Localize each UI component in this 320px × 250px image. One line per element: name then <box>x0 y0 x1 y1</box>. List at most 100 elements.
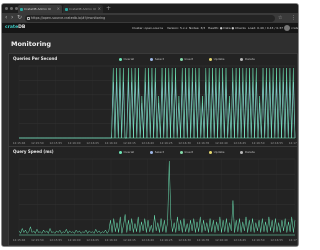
legend-item-select[interactable]: Select <box>150 150 164 154</box>
legend-item-overall[interactable]: Overall <box>119 150 134 154</box>
x-tick-label: 12:15:55 <box>50 141 63 145</box>
close-window-button[interactable] <box>5 7 8 10</box>
page-title: Monitoring <box>11 40 52 48</box>
browser-menu-icon[interactable]: ⋮ <box>291 14 296 22</box>
legend-item-insert[interactable]: Insert <box>180 150 193 154</box>
x-tick-label: 12:16:25 <box>160 238 173 242</box>
query-speed-chart: 12:15:46 12:15:50 12:15:55 12:16:00 12:16:05… <box>13 158 297 242</box>
query-speed-panel: Query Speed (ms) Overall Select Insert U… <box>8 146 298 246</box>
chart-legend: Overall Select Insert Update Delete <box>119 150 255 154</box>
legend-label: Update <box>213 57 225 61</box>
legend-item-delete[interactable]: Delete <box>240 150 255 154</box>
forward-arrow-icon[interactable]: › <box>11 14 13 22</box>
x-tick-label: 12:17:00 <box>289 141 297 145</box>
bookmark-star-icon[interactable]: ☆ <box>278 14 282 22</box>
address-bar[interactable]: https://open-source.cratedb.io/#!/monito… <box>25 14 275 22</box>
legend-swatch <box>150 57 154 61</box>
panel-title: Queries Per Second <box>13 56 58 61</box>
legend-item-delete[interactable]: Delete <box>240 57 255 61</box>
browser-tab-active[interactable]: CrateDB Admin UI × <box>18 5 62 13</box>
x-tick-label: 12:16:35 <box>197 141 210 145</box>
x-tick-label: 12:16:20 <box>142 141 155 145</box>
crate-logo[interactable]: crateDB <box>5 24 25 32</box>
crate-favicon-icon <box>65 7 68 11</box>
x-tick-label: 12:17:00 <box>289 238 297 242</box>
logo-prefix: crate <box>5 25 19 30</box>
x-tick-label: 12:16:00 <box>68 238 81 242</box>
x-tick-label: 12:16:10 <box>105 141 118 145</box>
reload-icon[interactable]: ↻ <box>17 14 22 22</box>
new-tab-button[interactable]: + <box>106 4 111 13</box>
close-tab-icon[interactable]: × <box>98 5 101 13</box>
cluster-nodes: Nodes: 3/3 <box>189 26 206 30</box>
browser-tab-strip: CrateDB Admin UI × CrateDB Admin UI × + <box>2 4 298 13</box>
series-line-overall <box>19 67 296 139</box>
legend-item-select[interactable]: Select <box>150 57 164 61</box>
legend-label: Overall <box>123 57 135 61</box>
x-tick-label: 12:16:55 <box>270 141 283 145</box>
user-avatar[interactable] <box>284 25 290 31</box>
x-tick-label: 12:16:55 <box>270 238 283 242</box>
legend-item-update[interactable]: Update <box>209 150 224 154</box>
x-tick-label: 12:16:00 <box>68 141 81 145</box>
legend-label: Delete <box>244 150 255 154</box>
x-tick-label: 12:16:35 <box>197 238 210 242</box>
cluster-load: Load: 0.49 / 0.43 / 0.37 <box>248 26 284 30</box>
x-tick-label: 12:16:50 <box>252 238 265 242</box>
window-controls <box>5 7 18 10</box>
x-tick-label: 12:15:55 <box>50 238 63 242</box>
x-tick-label: 12:16:10 <box>105 238 118 242</box>
legend-label: Insert <box>184 150 194 154</box>
legend-label: Update <box>213 150 225 154</box>
x-tick-label: 12:16:50 <box>252 141 265 145</box>
legend-label: Delete <box>244 57 255 61</box>
x-tick-label: 12:15:50 <box>31 238 44 242</box>
panel-title: Query Speed (ms) <box>13 149 54 154</box>
lock-icon <box>27 16 30 20</box>
app-header: crateDB Cluster: open-source Version: 5.… <box>2 23 298 33</box>
legend-item-overall[interactable]: Overall <box>119 57 134 61</box>
x-tick-label: 12:16:15 <box>123 141 136 145</box>
legend-swatch <box>240 57 244 61</box>
legend-label: Select <box>154 150 164 154</box>
x-tick-label: 12:16:40 <box>215 141 228 145</box>
x-tick-label: 12:16:40 <box>215 238 228 242</box>
legend-label: Select <box>154 57 164 61</box>
browser-toolbar: ‹ › ↻ https://open-source.cratedb.io/#!/… <box>2 13 298 23</box>
cluster-health: Health: ● Data ● Checks <box>208 26 246 30</box>
legend-item-insert[interactable]: Insert <box>180 57 193 61</box>
x-tick-label: 12:16:45 <box>234 141 247 145</box>
legend-swatch <box>240 150 244 154</box>
legend-label: Overall <box>123 150 135 154</box>
main-content: Monitoring Queries Per Second Overall Se… <box>2 33 298 246</box>
x-tick-label: 12:16:20 <box>142 238 155 242</box>
chart-legend: Overall Select Insert Update Delete <box>119 57 255 61</box>
legend-swatch <box>180 57 183 61</box>
crate-favicon-icon <box>20 7 23 11</box>
x-tick-label: 12:16:05 <box>86 238 99 242</box>
series-line-overall <box>18 160 296 234</box>
legend-swatch <box>209 57 213 61</box>
tab-label: CrateDB Admin UI <box>24 7 52 11</box>
x-tick-label: 12:15:46 <box>13 141 26 145</box>
close-tab-icon[interactable]: × <box>57 5 60 13</box>
legend-swatch <box>150 150 154 154</box>
x-tick-label: 12:16:45 <box>234 238 247 242</box>
legend-item-update[interactable]: Update <box>209 57 224 61</box>
cluster-version: Version: 5.x.x <box>167 26 188 30</box>
browser-window: CrateDB Admin UI × CrateDB Admin UI × + … <box>1 3 299 247</box>
legend-swatch <box>180 150 183 154</box>
cluster-name: Cluster: open-source <box>132 26 164 30</box>
queries-per-second-chart: 12:15:46 12:15:50 12:15:55 12:16:00 12:16:05… <box>13 65 297 145</box>
back-arrow-icon[interactable]: ‹ <box>5 14 7 22</box>
minimize-window-button[interactable] <box>10 7 13 10</box>
x-tick-label: 12:16:05 <box>86 141 99 145</box>
address-text: https://open-source.cratedb.io/#!/monito… <box>31 15 106 20</box>
browser-tab-inactive[interactable]: CrateDB Admin UI × <box>63 5 103 13</box>
x-tick-label: 12:16:30 <box>178 141 191 145</box>
legend-swatch <box>119 150 122 154</box>
legend-swatch <box>209 150 213 154</box>
legend-label: Insert <box>184 57 194 61</box>
logo-suffix: DB <box>18 25 26 30</box>
user-name[interactable]: crate <box>291 23 298 33</box>
